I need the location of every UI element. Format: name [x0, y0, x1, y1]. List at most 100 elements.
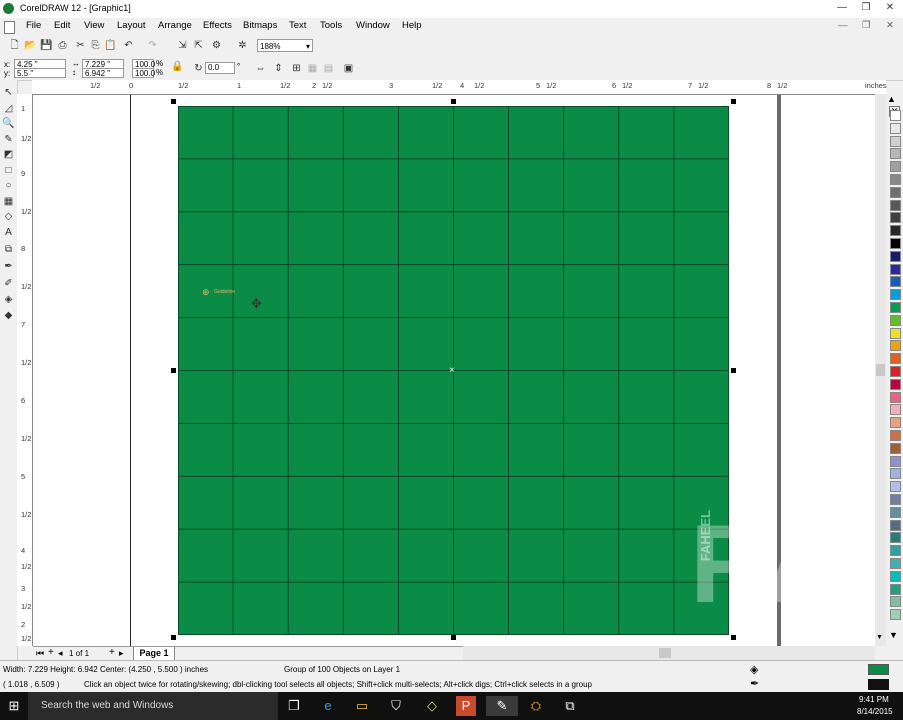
previous-page-icon[interactable]: ◂: [58, 648, 63, 659]
scroll-down-icon[interactable]: ▼: [876, 634, 883, 641]
color-swatch[interactable]: [890, 186, 901, 198]
color-swatch[interactable]: [890, 545, 901, 557]
text-tool-icon[interactable]: A: [2, 226, 15, 239]
color-swatch[interactable]: [890, 494, 901, 505]
selection-handle[interactable]: [171, 635, 176, 640]
paste-icon[interactable]: 📋: [104, 39, 117, 52]
color-swatch[interactable]: [890, 430, 901, 441]
color-swatch[interactable]: [890, 366, 901, 377]
color-swatch[interactable]: [890, 353, 901, 365]
color-swatch[interactable]: [890, 289, 901, 301]
selection-handle[interactable]: [731, 99, 736, 104]
eyedropper-tool-icon[interactable]: ✒: [2, 260, 15, 273]
mirror-horizontal-icon[interactable]: ⇔: [254, 62, 267, 75]
zoom-tool-icon[interactable]: 🔍: [2, 117, 15, 130]
horizontal-scrollbar[interactable]: [463, 646, 875, 660]
open-icon[interactable]: 📂: [24, 39, 37, 52]
menu-help[interactable]: Help: [402, 20, 422, 31]
store-icon[interactable]: ⛉: [386, 696, 406, 716]
tab-page-1[interactable]: Page 1: [133, 647, 175, 661]
file-explorer-icon[interactable]: ▭: [352, 696, 372, 716]
color-swatch[interactable]: [890, 596, 901, 608]
selection-handle[interactable]: [731, 368, 736, 373]
color-swatch[interactable]: [890, 532, 901, 544]
undo-icon[interactable]: ↶: [122, 39, 135, 52]
color-swatch[interactable]: [890, 276, 901, 288]
redo-icon[interactable]: ↷: [146, 39, 159, 52]
selection-handle[interactable]: [451, 99, 456, 104]
color-swatch[interactable]: [890, 225, 901, 237]
copy-icon[interactable]: ⎘: [89, 39, 102, 52]
shape-tool-icon[interactable]: ◿: [2, 102, 15, 115]
color-swatch[interactable]: [890, 161, 901, 173]
basic-shapes-tool-icon[interactable]: ◇: [2, 210, 15, 223]
height-field[interactable]: 6.942 ": [82, 68, 124, 78]
menu-text[interactable]: Text: [289, 20, 306, 31]
pick-tool-icon[interactable]: ↖: [2, 86, 15, 99]
maximize-icon[interactable]: ❐: [855, 0, 877, 16]
outline-color-indicator[interactable]: [868, 679, 889, 690]
horizontal-scroll-thumb[interactable]: [659, 648, 671, 658]
graph-paper-tool-icon[interactable]: ▦: [2, 195, 15, 208]
corel-online-icon[interactable]: ✲: [236, 39, 249, 52]
color-swatch[interactable]: [890, 340, 901, 352]
outline-tool-icon[interactable]: ✐: [2, 277, 15, 290]
angle-field[interactable]: 0.0: [205, 62, 235, 74]
color-swatch[interactable]: [890, 110, 901, 121]
color-swatch[interactable]: [890, 199, 901, 211]
color-swatch[interactable]: [890, 455, 901, 467]
print-icon[interactable]: ⎙: [56, 39, 69, 52]
interactive-fill-tool-icon[interactable]: ◆: [2, 309, 15, 322]
fill-color-indicator[interactable]: [868, 664, 889, 675]
menu-arrange[interactable]: Arrange: [158, 20, 192, 31]
color-swatch[interactable]: [890, 404, 901, 416]
lock-ratio-icon[interactable]: 🔒: [171, 60, 184, 73]
export-icon[interactable]: ⇱: [192, 39, 205, 52]
color-swatch[interactable]: [890, 442, 901, 454]
menu-file[interactable]: File: [26, 20, 41, 31]
edge-icon[interactable]: e: [318, 696, 338, 716]
doc-close-icon[interactable]: ✕: [886, 20, 894, 31]
color-swatch[interactable]: [890, 570, 901, 582]
palette-scroll-up-icon[interactable]: ▲: [887, 94, 896, 104]
selection-handle[interactable]: [451, 635, 456, 640]
ungroup-all-icon[interactable]: ▣: [342, 62, 355, 75]
app-icon[interactable]: ◇: [422, 696, 442, 716]
doc-minimize-icon[interactable]: —: [838, 20, 848, 31]
color-swatch[interactable]: [890, 263, 901, 275]
vertical-scroll-thumb[interactable]: [876, 364, 885, 376]
import-icon[interactable]: ⇲: [176, 39, 189, 52]
powerpoint-icon[interactable]: P: [456, 696, 476, 716]
color-swatch[interactable]: [890, 558, 901, 569]
ellipse-tool-icon[interactable]: ○: [2, 179, 15, 192]
color-swatch[interactable]: [890, 302, 901, 313]
application-launcher-icon[interactable]: ⚙: [210, 39, 223, 52]
color-swatch[interactable]: [890, 238, 901, 249]
add-page-before-icon[interactable]: +: [48, 647, 54, 658]
color-swatch[interactable]: [890, 148, 901, 160]
smart-fill-tool-icon[interactable]: ◩: [2, 148, 15, 161]
color-swatch[interactable]: [890, 212, 901, 224]
coreldraw-taskbar-icon[interactable]: ✎: [486, 696, 518, 716]
palette-scroll-down-icon[interactable]: ▼: [889, 630, 898, 640]
color-swatch[interactable]: [890, 378, 901, 390]
color-swatch[interactable]: [890, 609, 901, 621]
app-icon[interactable]: ⛭: [526, 696, 546, 716]
vertical-ruler[interactable]: 1 1/2 9 1/2 8 1/2 7 1/2 6 1/2 5 1/2 4 1/…: [17, 94, 33, 646]
task-view-icon[interactable]: ❐: [284, 696, 304, 716]
start-icon[interactable]: ⊞: [4, 696, 24, 716]
close-icon[interactable]: ✕: [879, 0, 901, 16]
fill-tool-icon[interactable]: ◈: [2, 293, 15, 306]
color-swatch[interactable]: [890, 174, 901, 185]
freehand-tool-icon[interactable]: ✎: [2, 133, 15, 146]
rectangle-tool-icon[interactable]: □: [2, 164, 15, 177]
save-icon[interactable]: 💾: [40, 39, 53, 52]
selection-handle[interactable]: [171, 368, 176, 373]
interactive-blend-tool-icon[interactable]: ⧉: [2, 243, 15, 256]
color-swatch[interactable]: [890, 519, 901, 531]
first-page-icon[interactable]: ⏮: [36, 648, 44, 659]
menu-window[interactable]: Window: [356, 20, 390, 31]
next-page-icon[interactable]: ▸: [119, 648, 124, 659]
selection-handle[interactable]: [171, 99, 176, 104]
color-swatch[interactable]: [890, 506, 901, 518]
